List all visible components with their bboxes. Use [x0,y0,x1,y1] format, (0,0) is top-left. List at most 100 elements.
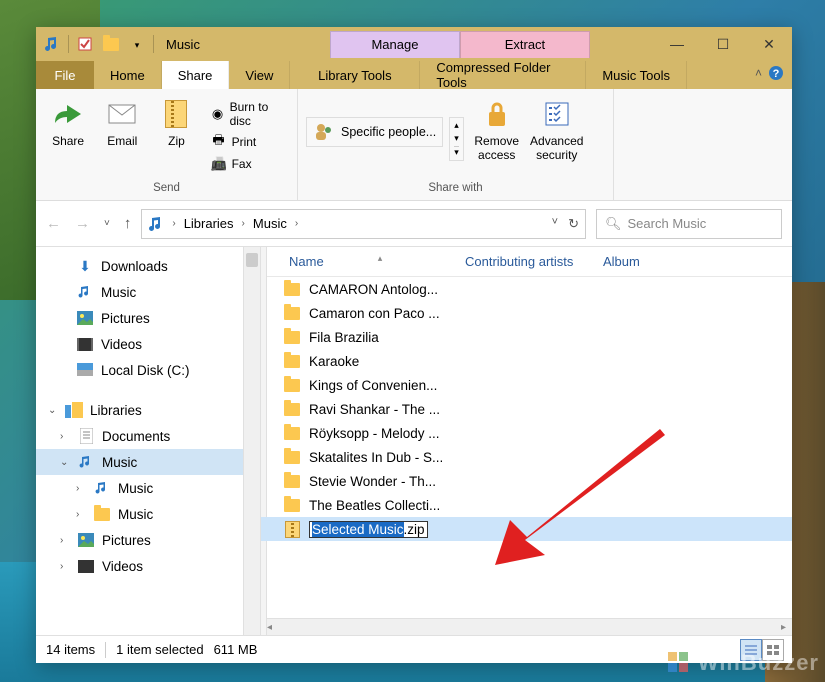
expand-icon[interactable]: › [76,509,86,520]
expand-icon[interactable]: › [76,483,86,494]
column-headers[interactable]: Name▴ Contributing artists Album [261,247,792,277]
column-artists[interactable]: Contributing artists [455,254,593,269]
tab-music-tools[interactable]: Music Tools [586,61,687,89]
context-tab-extract[interactable]: Extract [460,31,590,58]
specific-people-button[interactable]: Specific people... [306,117,443,147]
rename-input[interactable]: Selected Music.zip [309,521,428,538]
down-icon[interactable]: ▾ [454,133,459,144]
tree-pictures[interactable]: Pictures [36,305,260,331]
tree-videos[interactable]: Videos [36,331,260,357]
qat-folder-icon[interactable] [101,34,121,54]
chevron-icon[interactable]: › [291,218,302,229]
refresh-button[interactable]: ↻ [568,216,579,232]
file-list[interactable]: CAMARON Antolog... Camaron con Paco ... … [261,277,792,618]
advanced-security-button[interactable]: Advanced security [530,97,584,163]
tree-music[interactable]: Music [36,279,260,305]
tree-music-sub1[interactable]: ›Music [36,475,260,501]
remove-access-button[interactable]: Remove access [470,97,524,163]
expand-icon[interactable]: ⌄ [48,405,58,416]
expand-icon[interactable]: › [60,431,70,442]
tree-documents[interactable]: ›Documents [36,423,260,449]
file-row[interactable]: Karaoke [261,349,792,373]
tree-localdisk[interactable]: Local Disk (C:) [36,357,260,383]
scroll-right-icon[interactable]: ▸ [775,622,792,633]
folder-icon [283,472,301,490]
tab-view[interactable]: View [229,61,290,89]
gallery-nav[interactable]: ▴ ▾ ▾ [449,117,464,161]
status-items: 14 items [46,642,95,657]
email-button[interactable]: Email [98,97,146,148]
column-album[interactable]: Album [593,254,651,269]
share-button[interactable]: Share [44,97,92,148]
tree-scrollbar[interactable] [243,247,260,635]
zip-icon [159,97,193,131]
burn-button[interactable]: ◉Burn to disc [207,99,289,129]
forward-button[interactable]: → [75,215,90,232]
file-row[interactable]: Röyksopp - Melody ... [261,421,792,445]
context-tab-manage[interactable]: Manage [330,31,460,58]
tree-pictures-lib[interactable]: ›Pictures [36,527,260,553]
expand-icon[interactable]: › [60,561,70,572]
tab-share[interactable]: Share [162,61,230,89]
print-button[interactable]: 🖶Print [207,133,289,151]
navigation-tree[interactable]: ⬇Downloads Music Pictures Videos Local D… [36,247,261,635]
ribbon: Share Email Zip ◉Burn to disc 🖶Print 📠Fa… [36,89,792,201]
column-name[interactable]: Name▴ [279,254,455,269]
minimize-button[interactable]: — [654,27,700,61]
tree-music-lib[interactable]: ⌄Music [36,449,260,475]
explorer-window: ▾ Music Manage Extract — ☐ ✕ File Home S… [36,27,792,663]
folder-icon [283,448,301,466]
tab-compressed-tools[interactable]: Compressed Folder Tools [420,61,586,89]
tab-file[interactable]: File [36,61,94,89]
tree-downloads[interactable]: ⬇Downloads [36,253,260,279]
expand-icon[interactable]: › [60,535,70,546]
search-placeholder: Search Music [628,216,707,231]
watermark: WinBuzzer [666,650,819,676]
app-icon[interactable] [42,34,62,54]
chevron-icon[interactable]: › [238,218,249,229]
ribbon-collapse-icon[interactable]: ˄ [755,66,762,80]
collapse-icon[interactable]: ⌄ [60,457,70,468]
tree-libraries[interactable]: ⌄Libraries [36,397,260,423]
expand-icon[interactable]: ▾ [454,146,459,158]
maximize-button[interactable]: ☐ [700,27,746,61]
fax-button[interactable]: 📠Fax [207,155,289,173]
titlebar[interactable]: ▾ Music Manage Extract — ☐ ✕ [36,27,792,61]
address-dropdown[interactable]: ˅ [552,216,558,232]
chevron-icon[interactable]: › [168,218,179,229]
breadcrumb-music[interactable]: Music [253,216,287,231]
zip-button[interactable]: Zip [152,97,200,148]
up-icon[interactable]: ▴ [454,120,459,131]
up-button[interactable]: ↑ [124,215,132,232]
search-box[interactable]: 🔍︎ Search Music [596,209,782,239]
tree-music-sub2[interactable]: ›Music [36,501,260,527]
qat-dropdown-icon[interactable]: ▾ [127,34,147,54]
tree-videos-lib[interactable]: ›Videos [36,553,260,579]
tab-home[interactable]: Home [94,61,162,89]
file-row[interactable]: Fila Brazilia [261,325,792,349]
file-row-renaming[interactable]: Selected Music.zip [261,517,792,541]
file-row[interactable]: Camaron con Paco ... [261,301,792,325]
help-icon[interactable]: ? [768,65,784,81]
file-row[interactable]: Kings of Convenien... [261,373,792,397]
horizontal-scrollbar[interactable]: ◂ ▸ [261,618,792,635]
file-row[interactable]: Skatalites In Dub - S... [261,445,792,469]
close-button[interactable]: ✕ [746,27,792,61]
search-icon: 🔍︎ [605,216,622,232]
file-row[interactable]: CAMARON Antolog... [261,277,792,301]
window-title: Music [166,37,200,52]
qat-properties-icon[interactable] [75,34,95,54]
folder-icon [283,400,301,418]
file-row[interactable]: The Beatles Collecti... [261,493,792,517]
zip-icon [283,520,301,538]
back-button[interactable]: ← [46,215,61,232]
address-box[interactable]: › Libraries › Music › ˅ ↻ [141,209,586,239]
tab-library-tools[interactable]: Library Tools [290,61,420,89]
breadcrumb-libraries[interactable]: Libraries [184,216,234,231]
downloads-icon: ⬇ [76,257,94,275]
sort-asc-icon: ▴ [378,253,383,264]
recent-dropdown[interactable]: ˅ [104,218,110,229]
file-row[interactable]: Stevie Wonder - Th... [261,469,792,493]
music-icon [76,283,94,301]
file-row[interactable]: Ravi Shankar - The ... [261,397,792,421]
